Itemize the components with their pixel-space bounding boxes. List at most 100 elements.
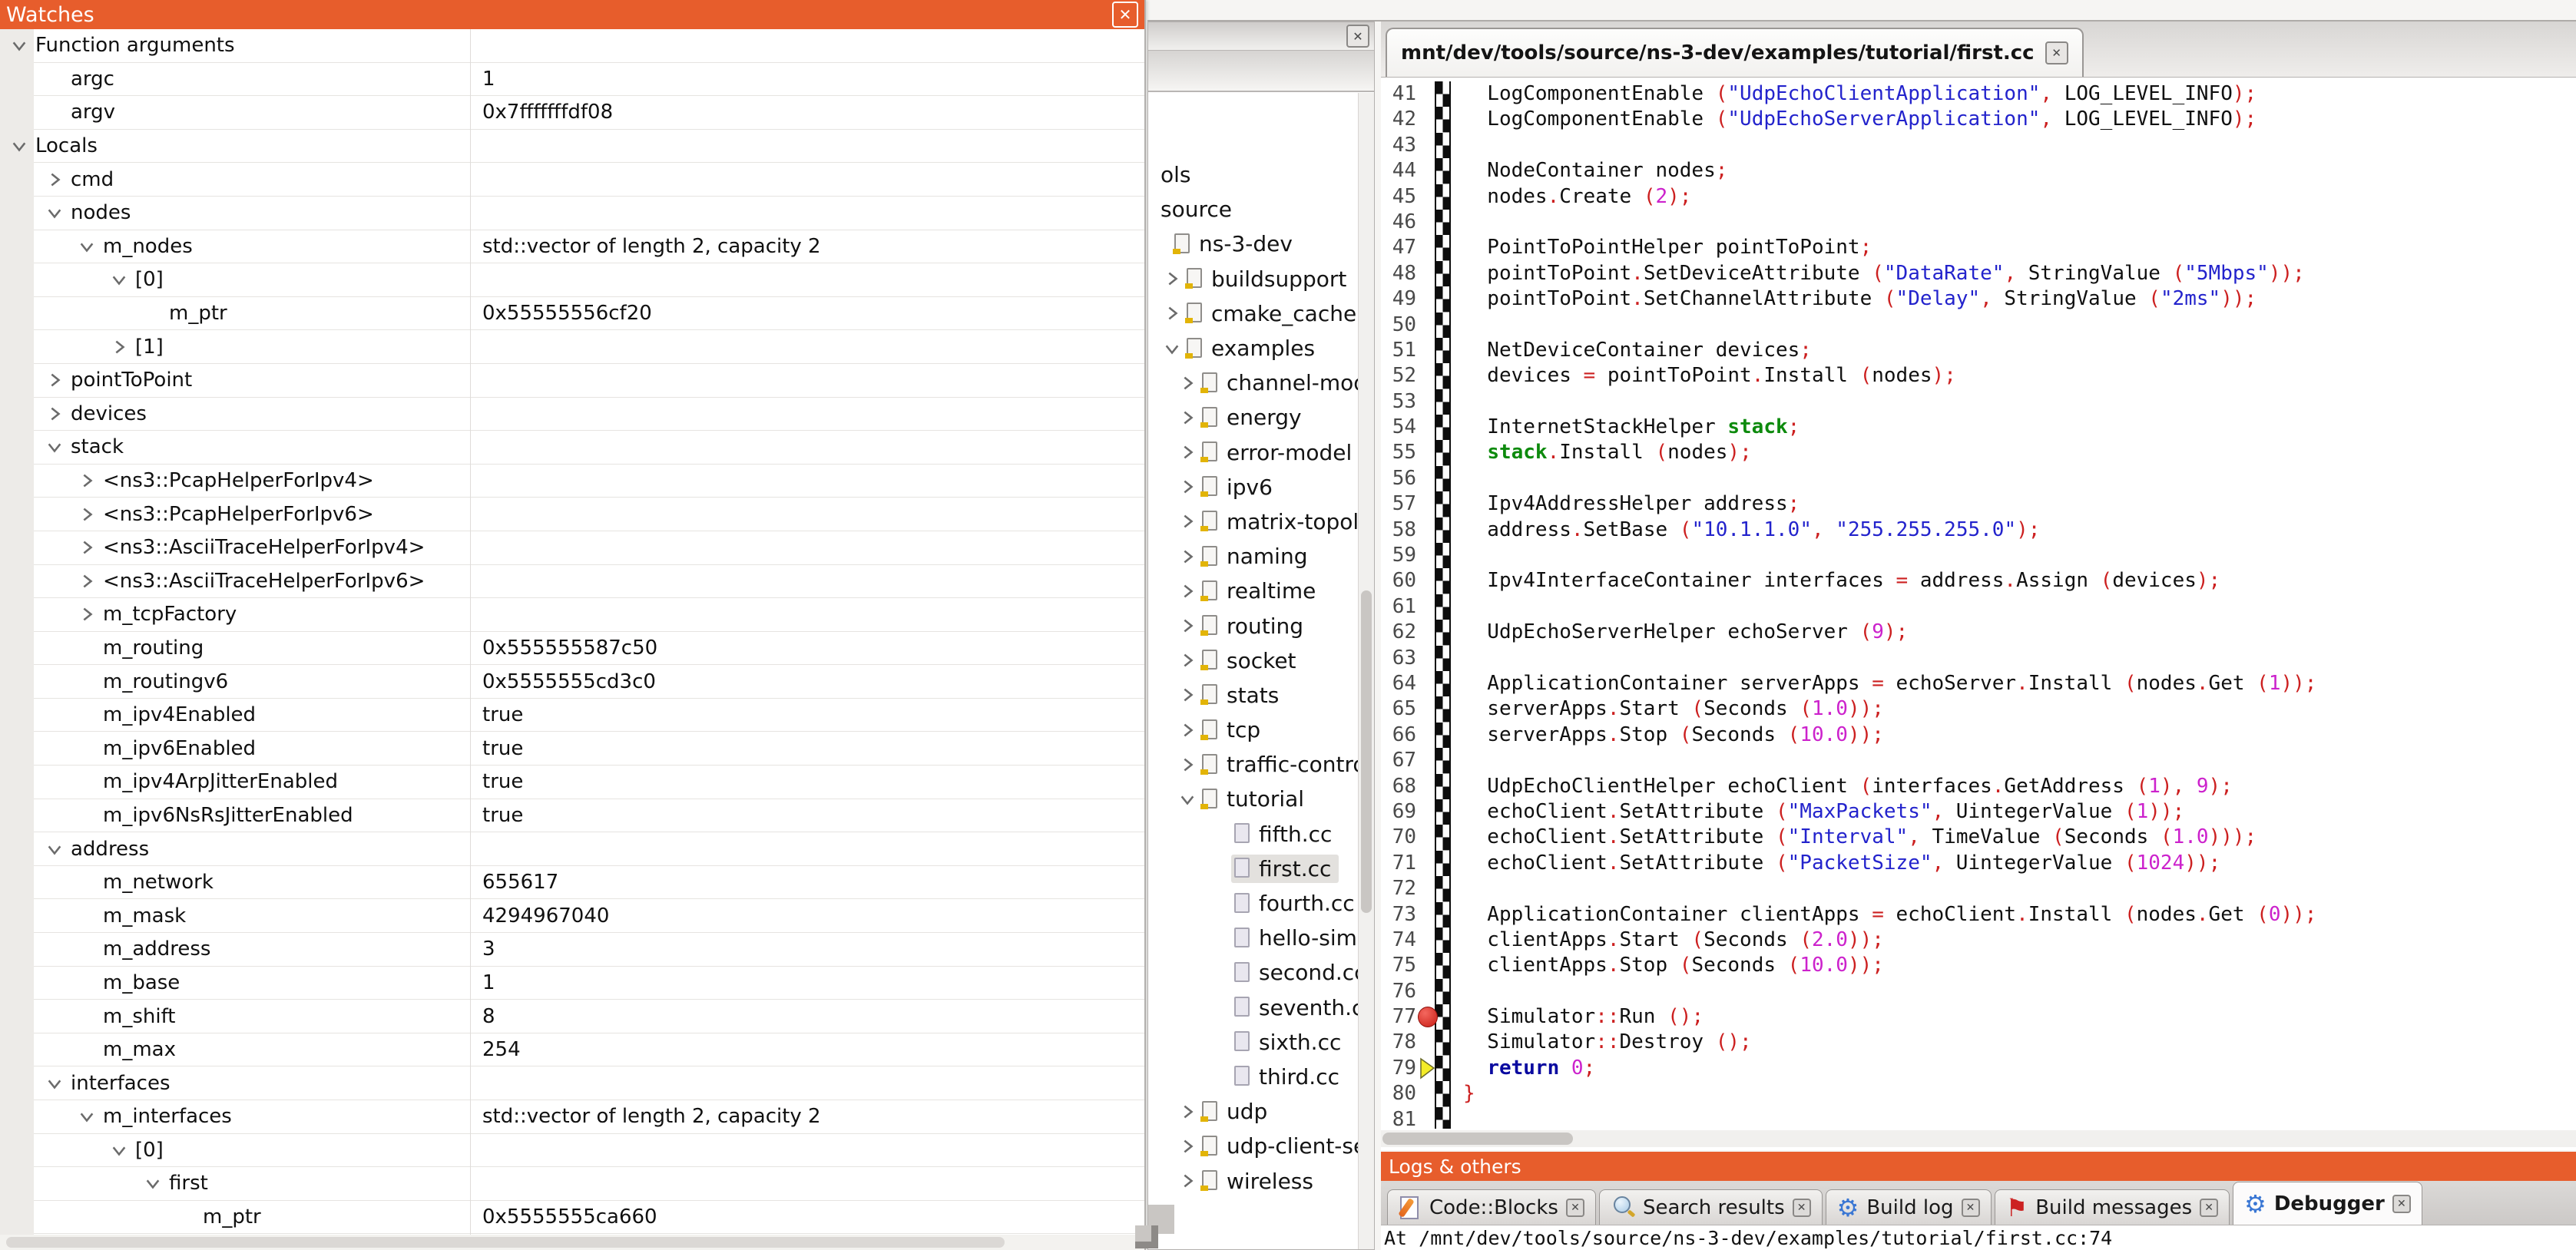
code-line[interactable]: 41 LogComponentEnable ("UdpEchoClientApp… xyxy=(1381,81,2576,107)
line-number[interactable]: 49 xyxy=(1381,286,1422,312)
code-line[interactable]: 50 xyxy=(1381,312,2576,338)
tree-item-body[interactable]: udp-client-server xyxy=(1199,1132,1359,1160)
code-line[interactable]: 46 xyxy=(1381,210,2576,235)
code-line[interactable]: 68 UdpEchoClientHelper echoClient (inter… xyxy=(1381,774,2576,799)
watch-row[interactable]: <ns3::PcapHelperForIpv4> xyxy=(0,465,1144,498)
watch-row[interactable]: [0] xyxy=(0,263,1144,297)
logs-tab-code-blocks[interactable]: Code::Blocks✕ xyxy=(1387,1189,1596,1225)
tree-item-tcp[interactable]: tcp xyxy=(1148,713,1359,747)
code-line[interactable]: 77 Simulator::Run (); xyxy=(1381,1004,2576,1030)
tree-item-body[interactable]: fourth.cc xyxy=(1231,889,1359,918)
watch-row[interactable]: <ns3::AsciiTraceHelperForIpv6> xyxy=(0,565,1144,599)
code-text[interactable] xyxy=(1451,979,1463,1004)
expander-icon[interactable] xyxy=(75,503,98,526)
breakpoint-margin[interactable] xyxy=(1422,1056,1435,1081)
expander-icon[interactable] xyxy=(75,1105,98,1128)
watch-value[interactable]: 0x5555555cd3c0 xyxy=(470,665,1144,698)
tree-item-body[interactable]: channel-models xyxy=(1199,369,1359,397)
expander-icon[interactable] xyxy=(1176,1100,1199,1123)
breakpoint-margin[interactable] xyxy=(1422,671,1435,696)
expander-icon[interactable] xyxy=(1176,1169,1199,1192)
expander-icon[interactable] xyxy=(108,1139,131,1162)
code-line[interactable]: 65 serverApps.Start (Seconds (1.0)); xyxy=(1381,696,2576,722)
code-line[interactable]: 63 xyxy=(1381,646,2576,671)
tree-item-body[interactable]: fifth.cc xyxy=(1231,820,1339,848)
watch-row[interactable]: m_ipv4Enabledtrue xyxy=(0,699,1144,732)
code-line[interactable]: 72 xyxy=(1381,876,2576,901)
watch-row[interactable]: nodes xyxy=(0,197,1144,230)
breakpoint-margin[interactable] xyxy=(1422,979,1435,1004)
expander-icon[interactable] xyxy=(43,369,66,392)
breakpoint-margin[interactable] xyxy=(1422,953,1435,978)
breakpoint-margin[interactable] xyxy=(1422,774,1435,799)
logs-tab-debugger[interactable]: ⚙Debugger✕ xyxy=(2233,1182,2422,1225)
code-line[interactable]: 44 NodeContainer nodes; xyxy=(1381,158,2576,184)
tree-item-stats[interactable]: stats xyxy=(1148,678,1359,713)
watch-value[interactable] xyxy=(470,498,1144,531)
watch-row[interactable]: m_shift8 xyxy=(0,1000,1144,1033)
code-text[interactable]: PointToPointHelper pointToPoint; xyxy=(1451,235,1872,260)
expander-icon[interactable] xyxy=(8,134,31,157)
code-text[interactable]: LogComponentEnable ("UdpEchoServerApplic… xyxy=(1451,107,2256,132)
breakpoint-margin[interactable] xyxy=(1422,235,1435,260)
logs-tab-search-results[interactable]: Search results✕ xyxy=(1599,1189,1823,1225)
code-line[interactable]: 52 devices = pointToPoint.Install (nodes… xyxy=(1381,363,2576,389)
expander-icon[interactable] xyxy=(1176,545,1199,568)
watch-value[interactable] xyxy=(470,1167,1144,1200)
expander-icon[interactable] xyxy=(1176,614,1199,637)
tree-item-first-cc[interactable]: first.cc xyxy=(1148,852,1359,886)
code-text[interactable] xyxy=(1451,543,1463,568)
tree-item-realtime[interactable]: realtime xyxy=(1148,574,1359,608)
code-line[interactable]: 75 clientApps.Stop (Seconds (10.0)); xyxy=(1381,953,2576,978)
tree-item-socket[interactable]: socket xyxy=(1148,643,1359,678)
expander-icon[interactable] xyxy=(1161,337,1184,360)
line-number[interactable]: 57 xyxy=(1381,491,1422,517)
line-number[interactable]: 80 xyxy=(1381,1081,1422,1106)
logs-titlebar[interactable]: Logs & others xyxy=(1381,1152,2576,1181)
watch-value[interactable] xyxy=(470,130,1144,163)
code-text[interactable]: InternetStackHelper stack; xyxy=(1451,415,1800,440)
line-number[interactable]: 46 xyxy=(1381,210,1422,235)
line-number[interactable]: 41 xyxy=(1381,81,1422,107)
expander-icon[interactable] xyxy=(75,469,98,492)
watches-titlebar[interactable]: Watches ✕ xyxy=(0,0,1144,29)
close-icon[interactable]: ✕ xyxy=(2200,1199,2218,1217)
tree-item-body[interactable]: seventh.cc xyxy=(1231,994,1359,1022)
line-number[interactable]: 73 xyxy=(1381,902,1422,928)
tree-item-fourth-cc[interactable]: fourth.cc xyxy=(1148,886,1359,921)
code-line[interactable]: 59 xyxy=(1381,543,2576,568)
line-number[interactable]: 45 xyxy=(1381,184,1422,210)
line-number[interactable]: 51 xyxy=(1381,338,1422,363)
line-number[interactable]: 54 xyxy=(1381,415,1422,440)
tree-item-body[interactable]: matrix-topology xyxy=(1199,508,1359,536)
breakpoint-margin[interactable] xyxy=(1422,723,1435,748)
expander-icon[interactable] xyxy=(43,838,66,861)
code-text[interactable] xyxy=(1451,389,1463,415)
tree-item-body[interactable]: error-model xyxy=(1199,438,1359,467)
tree-item-body[interactable]: sixth.cc xyxy=(1231,1028,1349,1057)
resize-grip[interactable] xyxy=(1135,1225,1158,1248)
watch-value[interactable]: 0x55555556cf20 xyxy=(470,297,1144,330)
watch-row[interactable]: m_max254 xyxy=(0,1033,1144,1067)
tree-item-udp[interactable]: udp xyxy=(1148,1094,1359,1129)
code-line[interactable]: 42 LogComponentEnable ("UdpEchoServerApp… xyxy=(1381,107,2576,132)
code-line[interactable]: 66 serverApps.Stop (Seconds (10.0)); xyxy=(1381,723,2576,748)
breakpoint-margin[interactable] xyxy=(1422,491,1435,517)
editor-hscrollbar[interactable] xyxy=(1381,1130,2576,1147)
breakpoint-margin[interactable] xyxy=(1422,1081,1435,1106)
expander-icon[interactable] xyxy=(43,402,66,425)
tree-item-matrix-topology[interactable]: matrix-topology xyxy=(1148,504,1359,539)
watch-value[interactable]: 1 xyxy=(470,63,1144,96)
watch-value[interactable]: std::vector of length 2, capacity 2 xyxy=(470,230,1144,263)
code-line[interactable]: 69 echoClient.SetAttribute ("MaxPackets"… xyxy=(1381,799,2576,825)
tree-item-traffic-control[interactable]: traffic-control xyxy=(1148,747,1359,782)
watch-value[interactable] xyxy=(470,197,1144,230)
watch-value[interactable] xyxy=(470,832,1144,865)
watch-value[interactable]: true xyxy=(470,766,1144,799)
breakpoint-margin[interactable] xyxy=(1422,158,1435,184)
code-line[interactable]: 81 xyxy=(1381,1107,2576,1129)
code-text[interactable]: Ipv4InterfaceContainer interfaces = addr… xyxy=(1451,568,2220,594)
code-text[interactable]: } xyxy=(1451,1081,1475,1106)
code-text[interactable]: ApplicationContainer clientApps = echoCl… xyxy=(1451,902,2316,928)
expander-icon[interactable] xyxy=(43,435,66,458)
